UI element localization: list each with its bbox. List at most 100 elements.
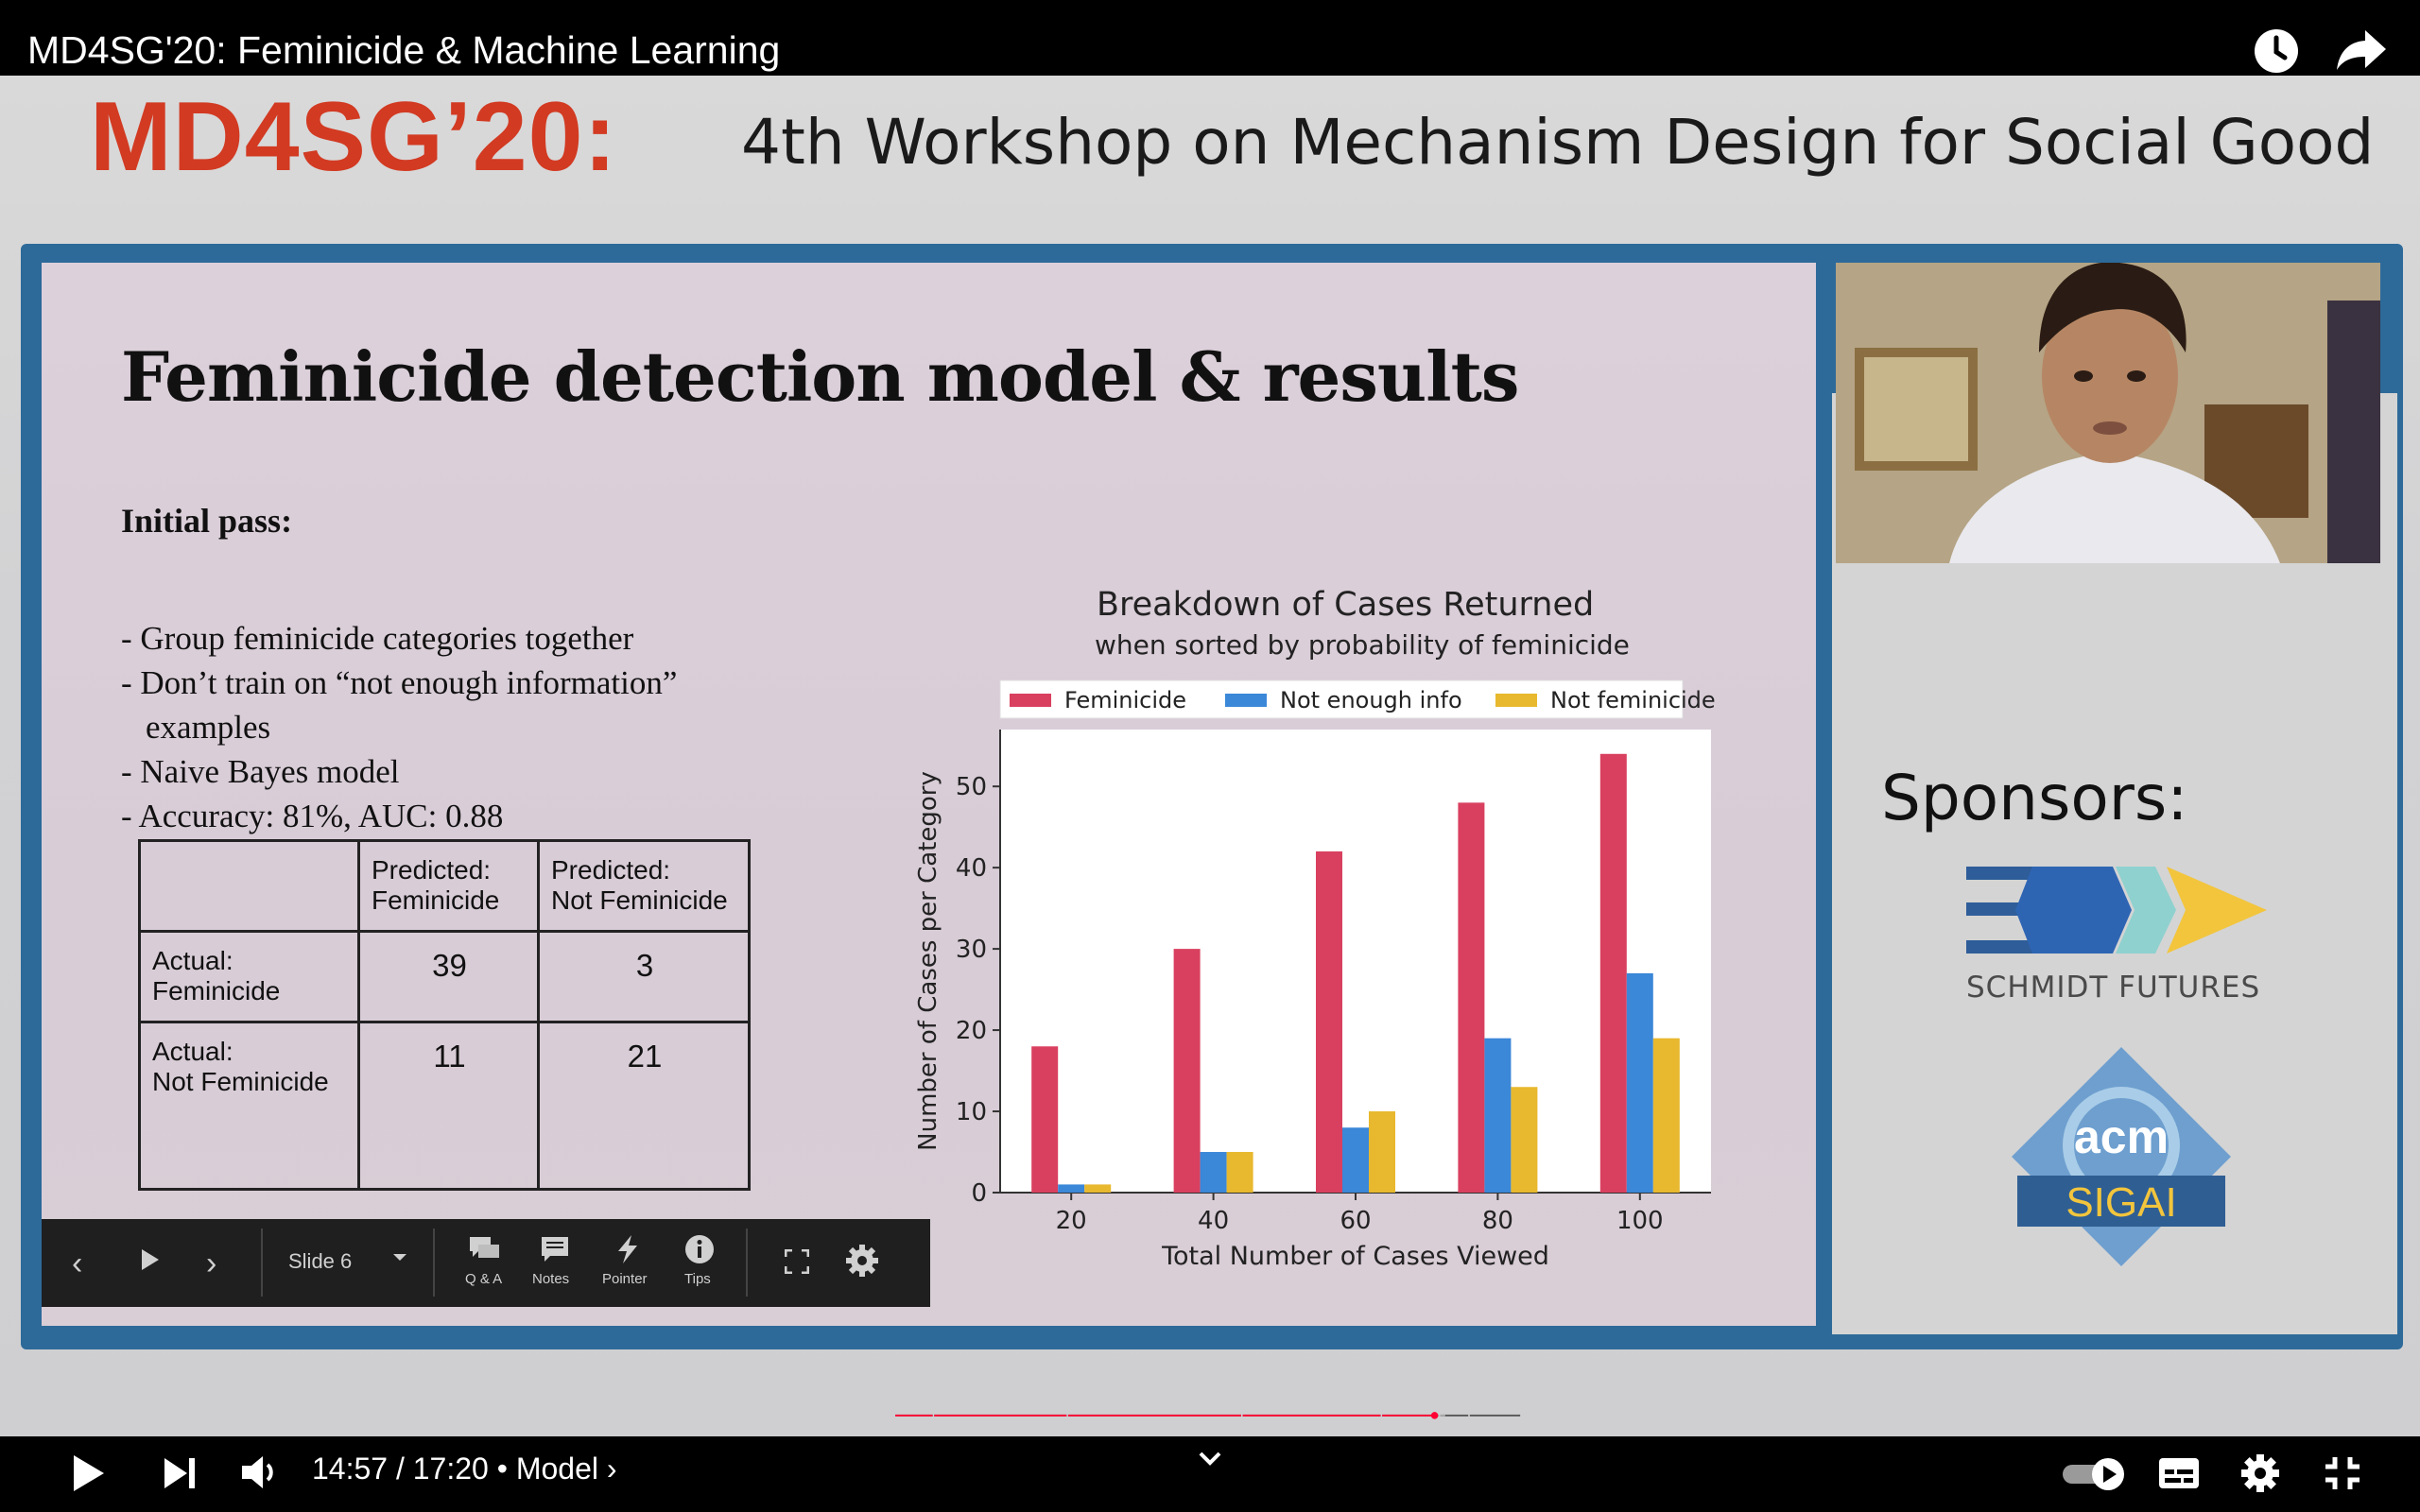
- bullet-item: - Accuracy: 81%, AUC: 0.88: [121, 798, 504, 834]
- bullet-item: - Naive Bayes model: [121, 753, 400, 790]
- bullet-item: examples: [146, 709, 271, 746]
- initial-pass-heading: Initial pass:: [121, 502, 293, 540]
- video-top-bar: MD4SG'20: Feminicide & Machine Learning: [0, 0, 2420, 76]
- play-slides-icon[interactable]: [140, 1247, 161, 1277]
- notes-label: Notes: [532, 1271, 570, 1287]
- bar-chart: 0 10 20 30 40 50 20 40 60 80 100 Total Number of Ca…: [914, 679, 1716, 1271]
- gear-icon[interactable]: [845, 1244, 879, 1282]
- time-and-chapter[interactable]: 14:57 / 17:20 • Model ›: [312, 1452, 617, 1486]
- schmidt-futures-text: SCHMIDT FUTURES: [1966, 971, 2261, 1005]
- settings-gear-icon[interactable]: [2240, 1453, 2280, 1498]
- bar-not-feminicide: [1226, 1152, 1253, 1193]
- bar-not-enough-info: [1058, 1184, 1085, 1193]
- slide-title: Feminicide detection model & results: [121, 336, 1519, 417]
- table-row-label: Actual: Feminicide: [138, 930, 360, 1023]
- bar-not-feminicide: [1652, 1038, 1680, 1193]
- legend-swatch: [1010, 694, 1051, 707]
- x-axis-label: Total Number of Cases Viewed: [1161, 1242, 1549, 1271]
- legend-entry: Not enough info: [1280, 687, 1462, 713]
- chart-subtitle: when sorted by probability of feminicide: [1095, 629, 1630, 661]
- table-cell: 39: [357, 930, 540, 1023]
- table-header-cell: Predicted: Not Feminicide: [537, 839, 751, 933]
- progress-played[interactable]: [1382, 1414, 1435, 1417]
- progress-buffered[interactable]: [1440, 1414, 1445, 1417]
- acm-text: acm: [2073, 1110, 2169, 1163]
- play-icon[interactable]: [70, 1452, 108, 1499]
- progress-scrubber-handle[interactable]: [1430, 1412, 1439, 1419]
- sigai-text: SIGAI: [2066, 1179, 2177, 1226]
- progress-played[interactable]: [934, 1414, 1067, 1417]
- bar-not-enough-info: [1484, 1038, 1512, 1193]
- qa-icon[interactable]: [469, 1236, 501, 1267]
- bullet-item: - Don’t train on “not enough information…: [121, 664, 678, 701]
- chart-title: Breakdown of Cases Returned: [1097, 586, 1595, 624]
- subtitles-icon[interactable]: [2158, 1455, 2200, 1496]
- progress-played[interactable]: [1242, 1414, 1381, 1417]
- volume-icon[interactable]: [240, 1453, 280, 1496]
- chevron-down-icon[interactable]: [391, 1251, 408, 1268]
- x-tick-label: 20: [1056, 1207, 1087, 1235]
- y-tick-label: 30: [956, 936, 987, 964]
- info-icon[interactable]: [684, 1234, 715, 1269]
- qa-label: Q & A: [465, 1271, 503, 1287]
- schmidt-futures-logo: SCHMIDT FUTURES: [1966, 865, 2269, 1011]
- tips-label: Tips: [684, 1271, 711, 1287]
- share-icon[interactable]: [2335, 26, 2392, 83]
- notes-icon[interactable]: [541, 1236, 569, 1267]
- table-cell: 3: [537, 930, 751, 1023]
- next-slide-icon[interactable]: ›: [206, 1246, 216, 1282]
- bar-not-feminicide: [1369, 1111, 1395, 1193]
- presenter-webcam: [1836, 263, 2380, 563]
- toolbar-divider: [433, 1228, 435, 1297]
- bullet-item: - Group feminicide categories together: [121, 620, 634, 657]
- y-tick-label: 50: [956, 773, 987, 801]
- table-corner-cell: [138, 839, 360, 933]
- exit-fullscreen-icon[interactable]: [2324, 1455, 2361, 1496]
- table-cell: 11: [357, 1021, 540, 1191]
- chevron-down-icon[interactable]: [1197, 1450, 1223, 1473]
- y-tick-label: 10: [956, 1098, 987, 1126]
- table-header-cell: Predicted: Feminicide: [357, 839, 540, 933]
- table-row-label: Actual: Not Feminicide: [138, 1021, 360, 1191]
- legend-entry: Feminicide: [1064, 687, 1186, 713]
- bar-not-enough-info: [1626, 972, 1653, 1193]
- legend-swatch: [1495, 694, 1537, 707]
- y-tick-label: 40: [956, 854, 987, 883]
- progress-bar[interactable]: [35, 1412, 2381, 1419]
- bar-not-feminicide: [1511, 1087, 1538, 1193]
- progress-played[interactable]: [895, 1414, 933, 1417]
- x-tick-label: 100: [1616, 1207, 1664, 1235]
- progress-played[interactable]: [1067, 1414, 1241, 1417]
- pointer-label: Pointer: [602, 1271, 648, 1287]
- watch-later-icon[interactable]: [2252, 26, 2308, 83]
- bar-feminicide: [1316, 850, 1342, 1193]
- previous-slide-icon[interactable]: ‹: [72, 1246, 82, 1282]
- toolbar-divider: [261, 1228, 263, 1297]
- bar-feminicide: [1173, 949, 1201, 1193]
- bar-not-enough-info: [1342, 1127, 1369, 1193]
- legend-swatch: [1225, 694, 1267, 707]
- autoplay-toggle[interactable]: [2061, 1455, 2129, 1498]
- x-tick-label: 80: [1482, 1207, 1513, 1235]
- next-video-icon[interactable]: [163, 1455, 197, 1496]
- fullscreen-icon[interactable]: [784, 1248, 810, 1279]
- table-cell: 21: [537, 1021, 751, 1191]
- pointer-icon[interactable]: [614, 1234, 641, 1269]
- y-axis-label: Number of Cases per Category: [914, 771, 942, 1151]
- bar-feminicide: [1031, 1046, 1059, 1193]
- progress-chapter-segment[interactable]: [1469, 1414, 1521, 1417]
- y-tick-label: 0: [971, 1179, 987, 1208]
- x-tick-label: 60: [1340, 1207, 1371, 1235]
- sponsors-heading: Sponsors:: [1881, 762, 2188, 834]
- bar-not-enough-info: [1200, 1152, 1227, 1193]
- x-tick-label: 40: [1198, 1207, 1229, 1235]
- acm-sigai-logo: acm SIGAI: [2008, 1043, 2235, 1270]
- bar-feminicide: [1458, 802, 1485, 1193]
- legend-entry: Not feminicide: [1550, 687, 1716, 713]
- workshop-brand: MD4SG’20:: [90, 82, 618, 192]
- toolbar-divider: [746, 1228, 748, 1297]
- slide-selector[interactable]: Slide 6: [288, 1249, 352, 1274]
- bar-not-feminicide: [1084, 1184, 1112, 1193]
- video-title[interactable]: MD4SG'20: Feminicide & Machine Learning: [27, 28, 780, 73]
- y-tick-label: 20: [956, 1017, 987, 1045]
